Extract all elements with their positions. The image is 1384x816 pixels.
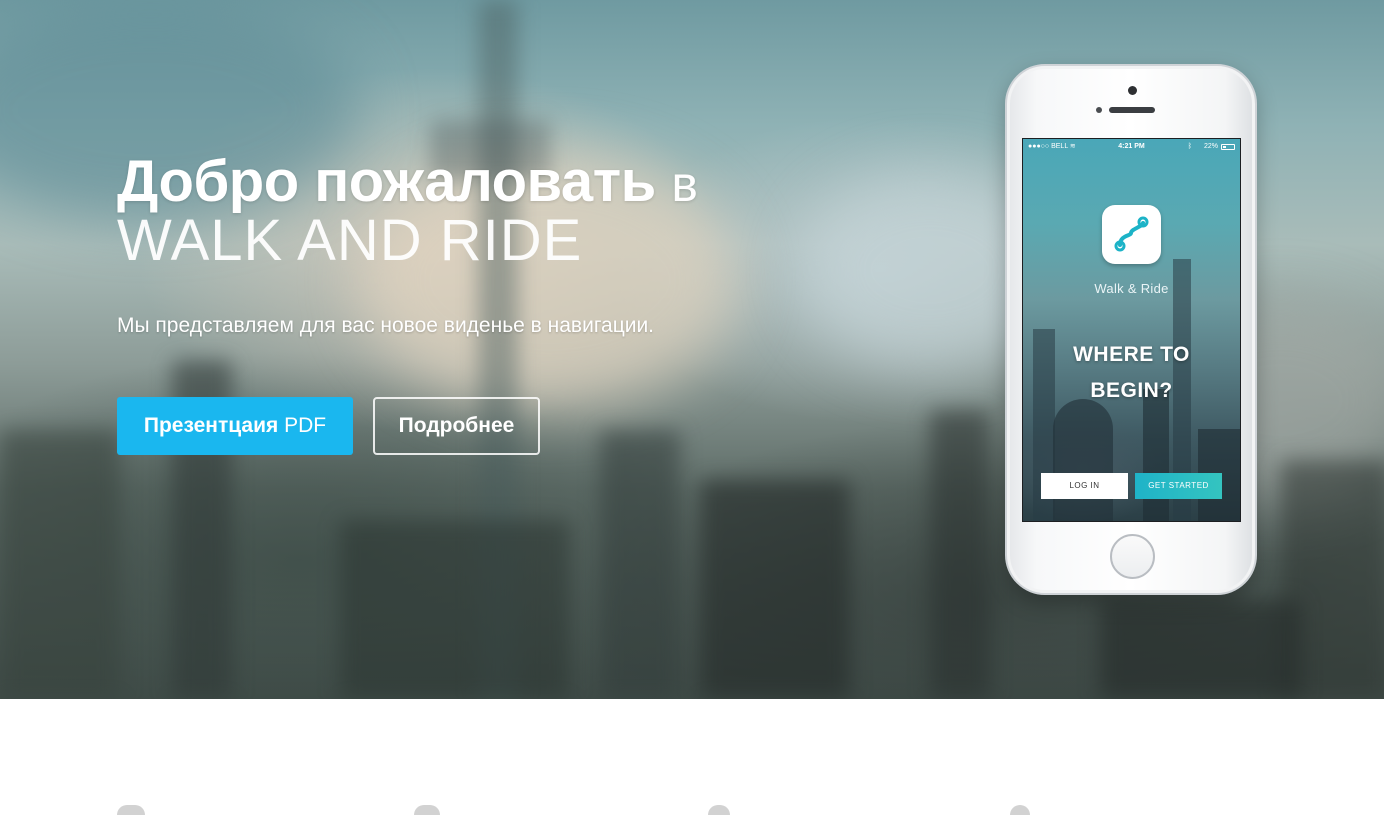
more-info-button[interactable]: Подробнее (373, 397, 540, 455)
features-section (0, 699, 1384, 816)
phone-camera (1128, 86, 1137, 95)
hero-brand-name: WALK AND RIDE (117, 208, 583, 273)
presentation-pdf-label: Презентцаия (143, 414, 279, 437)
phone-status-bar: ●●●○○ BELL ≋ 4:21 PM ᛒ 22% (1023, 139, 1240, 155)
app-login-button[interactable]: LOG IN (1041, 473, 1128, 499)
section-heading-fragment (708, 805, 730, 815)
presentation-pdf-suffix: PDF (284, 414, 327, 437)
battery-icon (1221, 144, 1235, 150)
app-name: Walk & Ride (1094, 281, 1169, 296)
app-headline-line1: WHERE TO (1073, 343, 1190, 366)
hero-title-bold: Добро пожаловать (117, 149, 656, 214)
section-heading-fragment (117, 805, 145, 815)
phone-speaker (1109, 107, 1155, 113)
phone-screen: ●●●○○ BELL ≋ 4:21 PM ᛒ 22% Walk & Ride W… (1022, 138, 1241, 522)
app-get-started-button[interactable]: GET STARTED (1135, 473, 1222, 499)
app-headline-line2: BEGIN? (1090, 379, 1173, 402)
presentation-pdf-button[interactable]: Презентцаия PDF (117, 397, 353, 455)
hero-title: Добро пожаловать в (117, 149, 698, 216)
hero-subtitle: Мы представляем для вас новое виденье в … (117, 314, 655, 337)
app-headline: WHERE TO BEGIN? (1023, 337, 1240, 409)
walk-and-ride-route-icon (1102, 205, 1161, 264)
section-heading-fragment (1010, 805, 1030, 815)
phone-mockup: ●●●○○ BELL ≋ 4:21 PM ᛒ 22% Walk & Ride W… (1005, 64, 1257, 595)
phone-sensor (1096, 107, 1102, 113)
hero-title-light: в (671, 156, 698, 212)
phone-home-button (1110, 534, 1155, 579)
status-battery-percent: 22% (1203, 143, 1218, 150)
bluetooth-icon: ᛒ (1187, 143, 1192, 150)
section-heading-fragment (414, 805, 440, 815)
